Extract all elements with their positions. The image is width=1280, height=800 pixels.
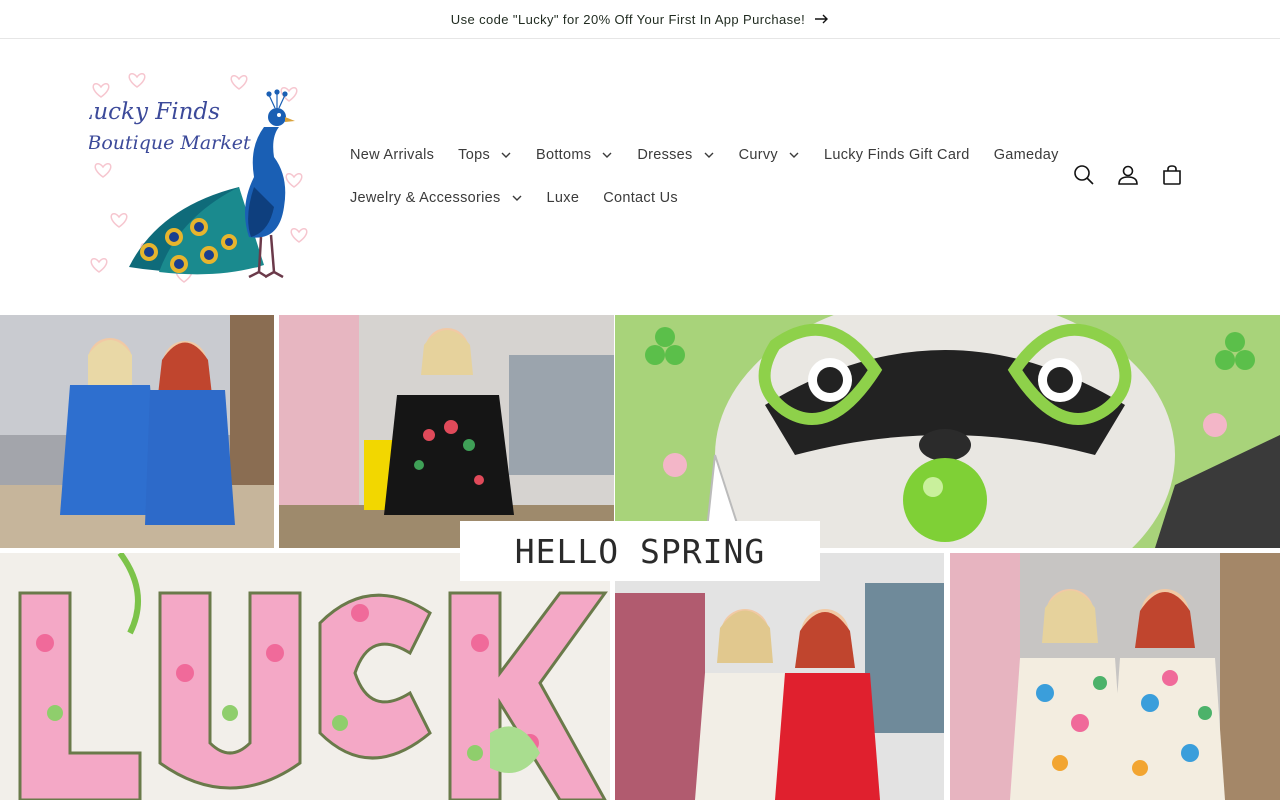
nav-label: Jewelry & Accessories [350, 189, 501, 206]
nav-label: Gameday [993, 146, 1059, 163]
hero-photo-raccoon-graphic [615, 315, 1280, 548]
nav-label: New Arrivals [350, 146, 435, 163]
chevron-down-icon [511, 192, 523, 204]
nav-label: Curvy [738, 146, 778, 163]
search-button[interactable] [1062, 155, 1106, 199]
nav-item-luxe[interactable]: Luxe [535, 176, 592, 219]
chevron-down-icon [788, 149, 800, 161]
announcement-link[interactable]: Use code "Lucky" for 20% Off Your First … [451, 12, 829, 27]
hero-caption: HELLO SPRING [460, 521, 820, 581]
arrow-right-icon [815, 14, 829, 24]
chevron-down-icon [703, 149, 715, 161]
nav-label: Luxe [546, 189, 580, 206]
hero-photo-blue-dresses [0, 315, 274, 548]
account-button[interactable] [1106, 155, 1150, 199]
nav-label: Bottoms [536, 146, 592, 163]
nav-item-contact-us[interactable]: Contact Us [591, 176, 690, 219]
nav-item-new-arrivals[interactable]: New Arrivals [338, 133, 446, 176]
announcement-bar: Use code "Lucky" for 20% Off Your First … [0, 0, 1280, 39]
logo-text-line2: Boutique Market [89, 132, 251, 154]
nav-label: Contact Us [603, 189, 678, 206]
main-nav: New Arrivals Tops Bottoms Dresses Curvy … [338, 133, 1058, 219]
nav-item-curvy[interactable]: Curvy [727, 133, 812, 176]
search-icon [1073, 164, 1095, 191]
site-header: Lucky Finds Boutique Market New Arrivals… [0, 39, 1280, 315]
nav-label: Tops [458, 146, 491, 163]
account-icon [1117, 164, 1139, 191]
cart-button[interactable] [1150, 155, 1194, 199]
hero-photo-lucky-sweater [0, 553, 610, 800]
main-nav-row-1: New Arrivals Tops Bottoms Dresses Curvy … [338, 133, 1058, 176]
main-nav-row-2: Jewelry & Accessories Luxe Contact Us [338, 176, 1038, 219]
nav-label: Dresses [637, 146, 693, 163]
header-icons [1062, 155, 1194, 199]
nav-item-bottoms[interactable]: Bottoms [524, 133, 625, 176]
nav-item-tops[interactable]: Tops [446, 133, 524, 176]
nav-item-dresses[interactable]: Dresses [625, 133, 726, 176]
nav-item-jewelry-accessories[interactable]: Jewelry & Accessories [338, 176, 535, 219]
hero-photo-black-top [279, 315, 614, 548]
hero-photo-white-red-tops [615, 553, 944, 800]
nav-item-gift-card[interactable]: Lucky Finds Gift Card [812, 133, 982, 176]
cart-icon [1161, 164, 1183, 191]
store-logo[interactable]: Lucky Finds Boutique Market [89, 67, 311, 287]
hero-banner[interactable]: HELLO SPRING [0, 315, 1280, 800]
hero-photo-floral-tops [950, 553, 1280, 800]
chevron-down-icon [500, 149, 512, 161]
announcement-text: Use code "Lucky" for 20% Off Your First … [450, 11, 806, 27]
chevron-down-icon [601, 149, 613, 161]
nav-label: Lucky Finds Gift Card [823, 146, 970, 163]
logo-text-line1: Lucky Finds [89, 99, 220, 125]
nav-item-gameday[interactable]: Gameday [982, 133, 1071, 176]
